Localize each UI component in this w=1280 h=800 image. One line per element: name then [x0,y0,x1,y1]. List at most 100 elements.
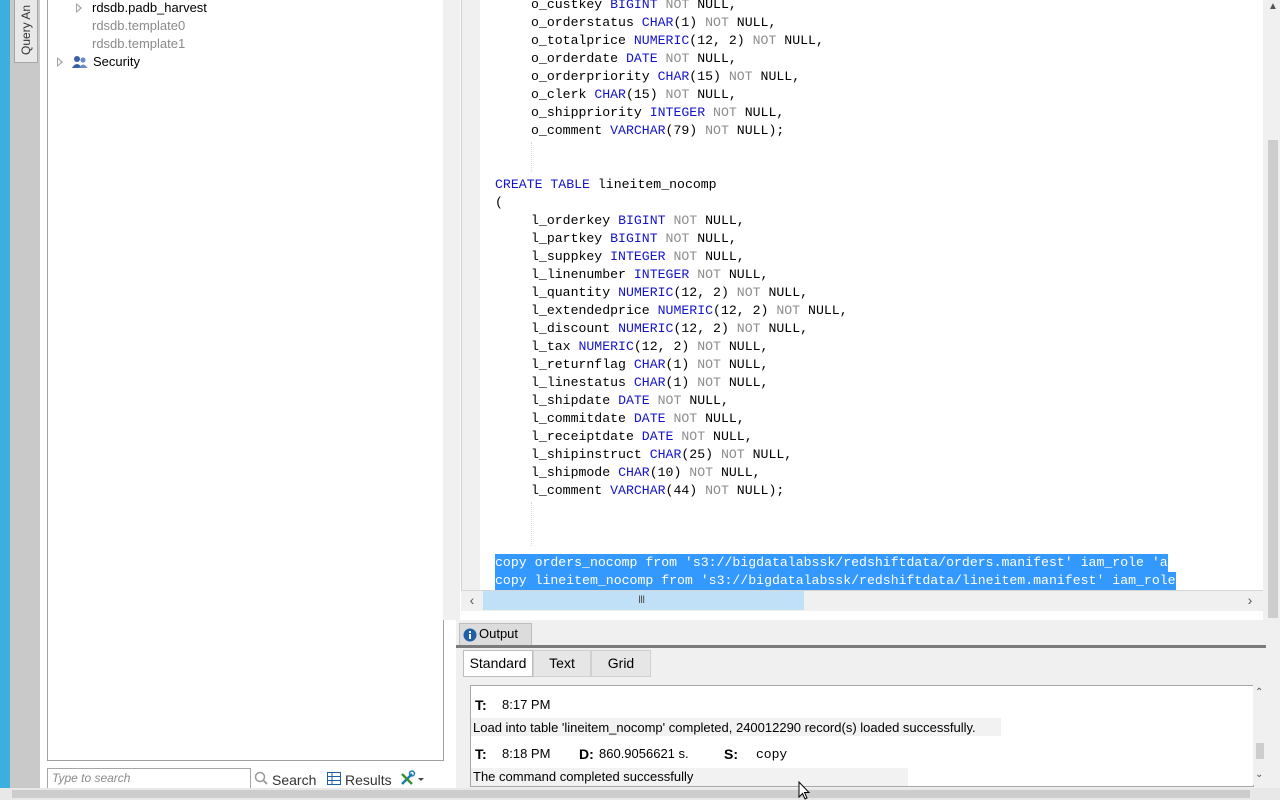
code-line: o_comment VARCHAR(79) NOT NULL); [531,122,784,140]
vertical-tab-bar: Query An [10,0,40,800]
type-args: (12, 2) [713,303,769,318]
tree-node-template0[interactable]: rdsdb.template0 [92,17,185,35]
tab-grid[interactable]: Grid [591,650,651,677]
editor-vertical-scroll-thumb[interactable] [1268,140,1278,618]
punctuation: , [760,267,769,282]
not-keyword: NOT [673,249,698,264]
sql-editor[interactable]: o_custkey BIGINT NOT NULL, o_orderstatus … [461,0,1264,590]
code-line: l_orderkey BIGINT NOT NULL, [531,212,745,230]
output-vertical-scrollbar[interactable]: ⌃ ⌄ [1253,685,1267,785]
query-analyzer-tab[interactable]: Query An [14,0,38,63]
not-keyword: NOT [720,447,745,462]
expand-arrow-icon[interactable] [57,57,63,67]
column-type: CHAR [641,15,674,30]
not-keyword: NOT [705,483,729,498]
search-input[interactable] [48,769,246,787]
scroll-right-arrow-icon[interactable]: › [1240,590,1260,610]
copy-statement-line: copy lineitem_nocomp from 's3://bigdatal… [495,572,1176,590]
null-keyword: NULL [705,411,737,426]
tree-node-padb-harvest[interactable]: rdsdb.padb_harvest [92,0,207,17]
punctuation: , [839,303,848,318]
scroll-up-arrow-icon[interactable]: ⌃ [1255,687,1263,698]
not-keyword: NOT [776,303,801,318]
code-line: l_receiptdate DATE NOT NULL, [531,428,753,446]
type-args: (15) [689,69,721,84]
column-name: l_linenumber [531,267,634,282]
column-type: DATE [633,411,666,426]
null-keyword: NULL [728,267,761,282]
type-args: (12, 2) [673,285,729,300]
type-args: (1) [673,15,698,30]
output-tab[interactable]: Output [459,623,532,646]
expand-arrow-icon[interactable] [76,3,82,13]
type-args: (12, 2) [673,321,729,336]
null-keyword: NULL [808,303,840,318]
punctuation: , [815,33,824,48]
null-keyword: NULL [713,429,745,444]
column-type: VARCHAR [610,123,666,138]
tab-text[interactable]: Text [533,650,591,677]
code-line: l_suppkey INTEGER NOT NULL, [531,248,745,266]
column-name: l_linestatus [531,375,634,390]
column-name: l_returnflag [531,357,634,372]
type-args: (44) [665,483,698,498]
type-args: (12, 2) [689,33,745,48]
column-type: BIGINT [610,0,658,12]
tree-node-security[interactable]: Security [93,53,140,71]
code-line: l_extendedprice NUMERIC(12, 2) NOT NULL, [531,302,848,320]
column-name: l_shipdate [531,393,619,408]
punctuation: , [776,105,785,120]
scroll-left-arrow-icon[interactable]: ‹ [462,590,482,610]
window-horizontal-scroll-thumb[interactable] [12,790,1250,798]
column-type: CHAR [594,87,626,102]
scroll-up-arrow-icon[interactable]: ▲ [1266,2,1280,12]
query-analyzer-tab-label: Query An [19,4,33,55]
results-button[interactable]: Results [345,770,392,790]
column-name: l_tax [531,339,579,354]
code-line: l_shipmode CHAR(10) NOT NULL, [531,464,761,482]
statement-label: S: [724,746,738,762]
null-keyword: NULL [697,0,729,12]
null-keyword: NULL [736,483,769,498]
type-args: (25) [681,447,714,462]
null-keyword: NULL [728,357,761,372]
not-keyword: NOT [752,33,777,48]
column-type: BIGINT [610,231,658,246]
message-duration: 860.9056621 s. [599,746,689,761]
tools-icon[interactable] [400,770,426,786]
column-type: CHAR [649,447,682,462]
code-line: o_orderdate DATE NOT NULL, [531,50,737,68]
column-name: o_comment [531,123,611,138]
time-label: T: [475,746,487,762]
not-keyword: NOT [673,411,698,426]
column-type: DATE [641,429,674,444]
message-text: The command completed successfully [473,769,694,784]
code-line: o_custkey BIGINT NOT NULL, [531,0,737,14]
scroll-down-arrow-icon[interactable]: ⌄ [1255,769,1263,780]
not-keyword: NOT [665,231,690,246]
panel-splitter[interactable] [443,0,460,620]
column-type: CHAR [633,357,666,372]
tab-standard[interactable]: Standard [463,650,533,677]
search-button[interactable]: Search [272,770,316,790]
not-keyword: NOT [705,123,729,138]
column-name: o_orderdate [531,51,626,66]
left-accent-strip [0,0,10,800]
punctuation: , [728,0,737,12]
punctuation: , [800,285,809,300]
editor-horizontal-scroll-thumb[interactable]: III [483,591,804,610]
not-keyword: NOT [728,69,753,84]
create-keyword: CREATE TABLE [495,177,590,192]
code-line: o_shippriority INTEGER NOT NULL, [531,104,784,122]
object-tree-panel: rdsdb.padb_harvest rdsdb.template0 rdsdb… [47,0,444,761]
column-name: o_orderstatus [531,15,642,30]
not-keyword: NOT [665,51,690,66]
column-type: CHAR [657,69,690,84]
info-icon [463,628,477,642]
type-args: (15) [625,87,658,102]
output-scroll-thumb[interactable] [1256,743,1264,759]
punctuation: , [736,249,745,264]
not-keyword: NOT [689,465,714,480]
not-keyword: NOT [697,267,721,282]
tree-node-template1[interactable]: rdsdb.template1 [92,35,185,53]
